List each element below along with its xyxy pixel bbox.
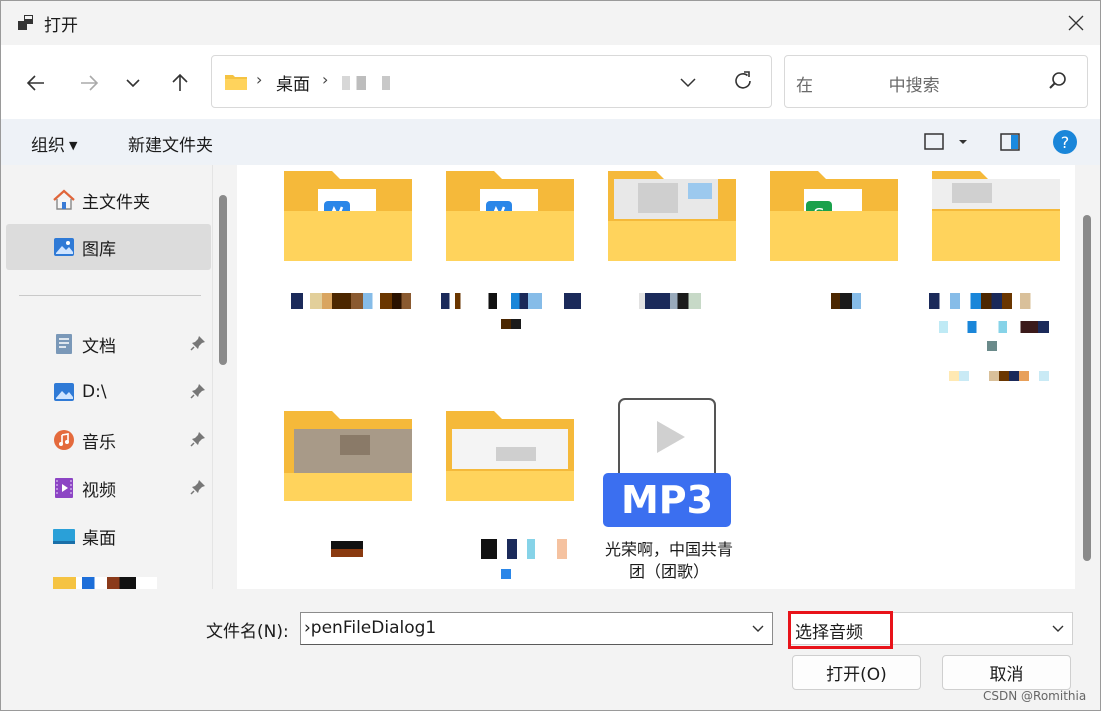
open-button[interactable]: 打开(O): [792, 655, 921, 690]
title-bar: 打开: [1, 1, 1100, 45]
forward-button[interactable]: [72, 66, 106, 100]
recent-locations-button[interactable]: [116, 66, 150, 100]
sidebar-divider: [19, 295, 201, 296]
filename-label: 文件名(N):: [206, 622, 289, 642]
video-icon: [55, 478, 73, 498]
navigation-bar: › 桌面 › 在 中搜索: [1, 45, 1100, 119]
cancel-button[interactable]: 取消: [942, 655, 1071, 690]
up-button[interactable]: [163, 66, 197, 100]
sidebar-item-desktop[interactable]: 桌面: [6, 513, 211, 559]
watermark: CSDN @Romithia: [983, 689, 1087, 703]
organize-label: 组织: [31, 136, 65, 156]
pin-icon[interactable]: [190, 335, 206, 351]
folder-icon: [932, 171, 1060, 261]
folder-icon: [446, 411, 574, 501]
close-button[interactable]: [1059, 7, 1093, 39]
help-button[interactable]: ?: [1052, 129, 1078, 160]
sidebar-scrollbar[interactable]: [219, 195, 227, 365]
dialog-footer: 文件名(N): ›penFileDialog1 选择音频 打开(O) 取消 CS…: [1, 589, 1100, 710]
filename-value: ›penFileDialog1: [304, 618, 437, 638]
sidebar-item-label: 桌面: [82, 528, 116, 549]
sidebar-item-drive-d[interactable]: D:\: [6, 369, 211, 415]
view-menu-button[interactable]: [923, 132, 971, 157]
sidebar-item-music[interactable]: 音乐: [6, 417, 211, 463]
chevron-down-icon[interactable]: [1051, 622, 1065, 636]
organize-menu[interactable]: 组织 ▼: [31, 131, 77, 156]
sidebar-item-redacted[interactable]: [53, 577, 157, 589]
sidebar-item-label: 音乐: [82, 432, 116, 453]
command-bar: 组织 ▼ 新建文件夹 ?: [1, 119, 1100, 165]
sidebar-item-videos[interactable]: 视频: [6, 465, 211, 511]
view-icon: [924, 133, 967, 150]
navigation-pane: 主文件夹 图库 文档 D:\ 音乐 视频 桌面: [1, 165, 213, 589]
sidebar-item-label: 视频: [82, 480, 116, 501]
sidebar-item-label: D:\: [82, 382, 107, 402]
pin-icon[interactable]: [190, 383, 206, 399]
caret-down-icon: ▼: [69, 139, 78, 152]
app-icon: [18, 15, 33, 30]
drive-icon: [54, 383, 74, 401]
sidebar-item-home[interactable]: 主文件夹: [6, 177, 211, 223]
chevron-down-icon: [126, 79, 140, 88]
refresh-icon[interactable]: [732, 70, 754, 92]
search-icon[interactable]: [1047, 70, 1069, 92]
sidebar-item-documents[interactable]: 文档: [6, 321, 211, 367]
back-button[interactable]: [19, 66, 53, 100]
sidebar-item-label: 文档: [82, 336, 116, 357]
document-icon: [56, 334, 72, 354]
preview-pane-button[interactable]: [999, 132, 1021, 157]
file-view: S MP3: [237, 165, 1075, 589]
breadcrumb-separator: ›: [322, 70, 329, 89]
filename-input[interactable]: ›penFileDialog1: [300, 612, 773, 645]
preview-pane-icon: [1000, 133, 1020, 151]
pin-icon[interactable]: [190, 479, 206, 495]
chevron-down-icon[interactable]: [678, 72, 698, 92]
redacted-path: [342, 76, 422, 90]
svg-text:?: ?: [1061, 133, 1070, 152]
arrow-right-icon: [81, 75, 99, 91]
desktop-icon: [53, 529, 75, 544]
pin-icon[interactable]: [190, 431, 206, 447]
new-folder-button[interactable]: 新建文件夹: [128, 131, 213, 156]
sidebar-item-gallery[interactable]: 图库: [6, 224, 211, 270]
breadcrumb-desktop[interactable]: 桌面: [276, 70, 310, 95]
mp3-badge-label: MP3: [620, 478, 714, 522]
search-placeholder: 在 中搜索: [796, 76, 940, 96]
music-icon: [54, 430, 74, 450]
home-icon: [53, 189, 75, 210]
arrow-left-icon: [26, 75, 44, 91]
close-icon: [1068, 15, 1084, 31]
search-box[interactable]: 在 中搜索: [784, 55, 1088, 108]
arrow-up-icon: [172, 73, 188, 91]
folder-icon: [608, 171, 736, 261]
chevron-down-icon[interactable]: [751, 622, 765, 636]
sidebar-item-label: 图库: [82, 239, 116, 260]
folder-icon: [284, 411, 412, 501]
folder-icon: [225, 75, 247, 90]
folder-icon: [284, 171, 412, 261]
audio-file-name[interactable]: 光荣啊，中国共青团（团歌）: [599, 539, 739, 583]
file-view-scrollbar[interactable]: [1083, 215, 1091, 561]
file-open-dialog: 打开 › 桌面 › 在 中搜索 组织 ▼ 新建文件夹 ? 主文件夹 图库 文档 …: [0, 0, 1101, 711]
sidebar-item-label: 主文件夹: [82, 192, 150, 213]
address-bar[interactable]: › 桌面 ›: [211, 55, 772, 108]
breadcrumb-separator: ›: [256, 70, 263, 89]
folder-icon: S: [770, 171, 898, 261]
window-title: 打开: [44, 16, 78, 36]
help-icon: ?: [1053, 130, 1077, 154]
highlight-annotation: [788, 611, 893, 649]
folder-icon: [446, 171, 574, 261]
gallery-icon: [54, 238, 74, 256]
